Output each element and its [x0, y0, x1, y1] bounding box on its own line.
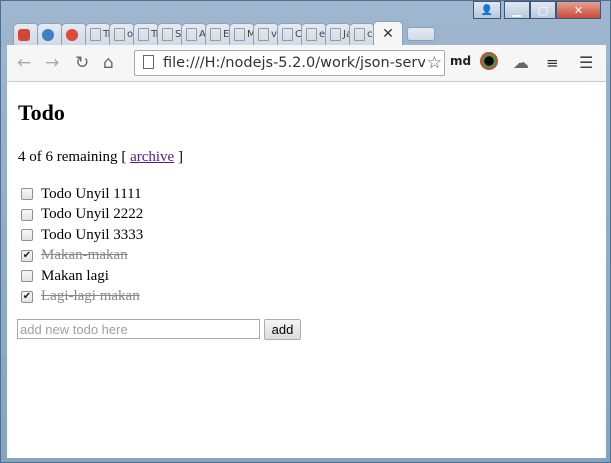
back-icon[interactable]: ← — [17, 53, 31, 73]
todo-text: Lagi-lagi makan — [41, 288, 140, 305]
page-icon — [306, 28, 317, 41]
tab-strip: TropTrSpApEvMvuCrexJacc✕ — [13, 21, 435, 45]
page-icon — [234, 28, 245, 41]
page-icon — [258, 28, 269, 41]
checked-checkbox[interactable]: ✔ — [21, 249, 33, 262]
bookmark-star-icon[interactable]: ☆ — [424, 51, 442, 75]
checkbox[interactable] — [21, 229, 33, 242]
google-plus-icon — [66, 28, 78, 41]
page-icon — [186, 28, 197, 41]
browser-tab[interactable]: Ap — [181, 23, 207, 45]
browser-tab[interactable]: Tr — [133, 23, 159, 45]
maximize-button[interactable]: ▢ — [530, 1, 556, 19]
browser-tab[interactable] — [61, 23, 87, 45]
minimize-icon: ▁ — [512, 3, 522, 17]
globe-icon — [42, 28, 54, 41]
page-icon — [210, 28, 221, 41]
add-button[interactable]: add — [264, 319, 301, 340]
minimize-button[interactable]: ▁ — [504, 1, 530, 19]
todo-text: Todo Unyil 1111 — [41, 185, 142, 202]
browser-tab[interactable]: Sp — [157, 23, 183, 45]
page-icon — [138, 28, 149, 41]
todo-text: Makan lagi — [41, 267, 109, 284]
user-profile-button[interactable]: 👤 — [473, 1, 501, 19]
bracket-close: ] — [177, 149, 183, 165]
page-icon — [114, 28, 125, 41]
archive-link[interactable]: archive — [130, 149, 174, 165]
window-controls: ▁ ▢ ✕ — [504, 1, 601, 20]
browser-tab[interactable]: cc — [349, 23, 375, 45]
browser-tab[interactable]: ex — [301, 23, 327, 45]
user-icon: 👤 — [480, 4, 494, 16]
address-bar[interactable]: file:///H:/nodejs-5.2.0/work/json-serv ☆ — [134, 50, 445, 76]
page-title: Todo — [18, 100, 65, 125]
md-extension-button[interactable]: md — [450, 54, 471, 68]
browser-tab[interactable]: vu — [253, 23, 279, 45]
close-icon: ✕ — [573, 3, 584, 17]
page-icon — [330, 28, 341, 41]
tower-extension-icon[interactable]: ≡ — [546, 53, 559, 73]
tab-close-icon[interactable]: ✕ — [382, 26, 394, 42]
forward-icon[interactable]: → — [45, 53, 59, 73]
gmail-icon — [18, 28, 30, 41]
color-wheel-extension-icon[interactable] — [480, 52, 498, 70]
browser-tab[interactable]: Ev — [205, 23, 231, 45]
todo-text: Todo Unyil 3333 — [41, 226, 144, 243]
page-icon — [162, 28, 173, 41]
checkbox[interactable] — [21, 208, 33, 221]
new-todo-input[interactable] — [17, 319, 260, 339]
checked-checkbox[interactable]: ✔ — [21, 290, 33, 303]
browser-tab[interactable]: Ja — [325, 23, 351, 45]
checkbox[interactable] — [21, 270, 33, 283]
new-tab-button[interactable] — [407, 27, 435, 41]
todo-list: Todo Unyil 1111 Todo Unyil 2222 Todo Unyil… — [21, 184, 143, 307]
browser-toolbar: ← → ↻ ⌂ file:///H:/nodejs-5.2.0/work/jso… — [7, 45, 606, 82]
home-icon[interactable]: ⌂ — [103, 53, 114, 73]
browser-tab[interactable] — [13, 23, 39, 45]
browser-tab[interactable] — [37, 23, 63, 45]
address-text: file:///H:/nodejs-5.2.0/work/json-serv — [163, 55, 426, 71]
todo-item: Todo Unyil 2222 — [21, 205, 143, 226]
menu-icon[interactable]: ☰ — [579, 53, 593, 73]
todo-text: Todo Unyil 2222 — [41, 206, 144, 223]
page-icon — [90, 28, 101, 41]
title-bar: 👤 ▁ ▢ ✕ TropTrSpApEvMvuCrexJacc✕ — [1, 1, 611, 45]
todo-item: Todo Unyil 1111 — [21, 184, 143, 205]
maximize-icon: ▢ — [537, 3, 549, 17]
close-window-button[interactable]: ✕ — [556, 1, 601, 19]
todo-item: Todo Unyil 3333 — [21, 225, 143, 246]
page-icon — [282, 28, 293, 41]
remaining-line: 4 of 6 remaining [ archive ] — [18, 149, 183, 166]
reload-icon[interactable]: ↻ — [75, 53, 89, 73]
browser-tab[interactable]: op — [109, 23, 135, 45]
todo-item: Makan lagi — [21, 266, 143, 287]
cloud-icon[interactable]: ☁ — [513, 53, 529, 73]
browser-window: 👤 ▁ ▢ ✕ TropTrSpApEvMvuCrexJacc✕ ← → ↻ ⌂… — [0, 0, 611, 463]
browser-tab[interactable]: M — [229, 23, 255, 45]
browser-tab[interactable]: Cr — [277, 23, 303, 45]
checkbox[interactable] — [21, 188, 33, 201]
page-icon — [354, 28, 365, 41]
page-icon — [143, 55, 154, 69]
todo-item: ✔ Lagi-lagi makan — [21, 287, 143, 308]
remaining-count: 4 of 6 remaining — [18, 149, 118, 165]
browser-tab[interactable]: Tr — [85, 23, 111, 45]
todo-text: Makan-makan — [41, 247, 128, 264]
page-content: Todo 4 of 6 remaining [ archive ] Todo U… — [7, 82, 606, 458]
bracket-open: [ — [121, 149, 127, 165]
todo-item: ✔ Makan-makan — [21, 246, 143, 267]
active-tab[interactable]: ✕ — [373, 21, 403, 45]
